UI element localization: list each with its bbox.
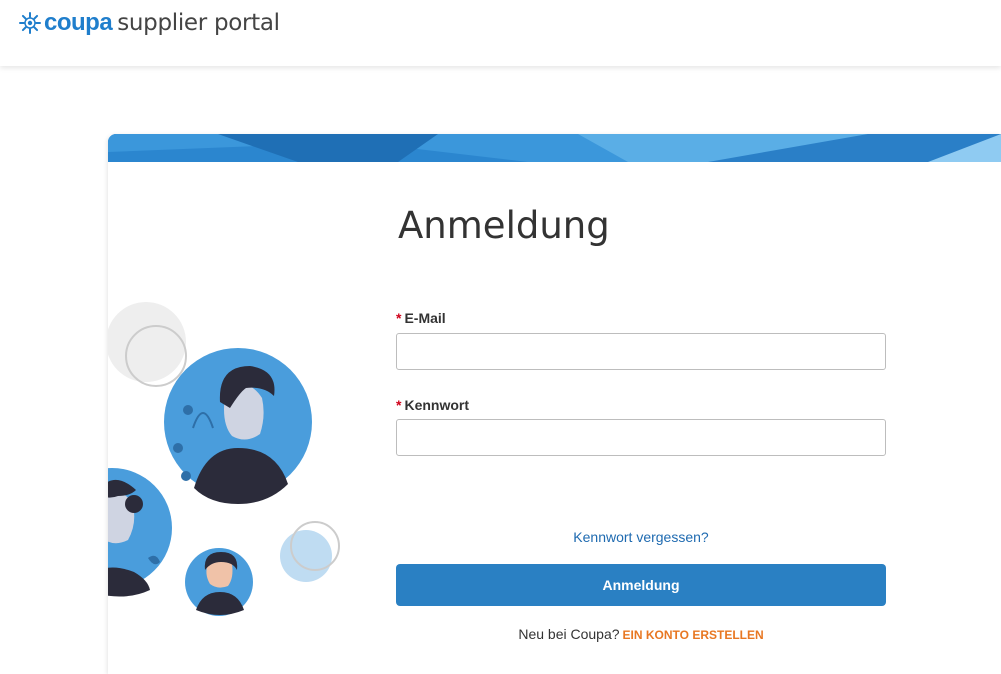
create-account-link[interactable]: EIN KONTO ERSTELLEN [623,628,764,642]
email-field[interactable] [396,333,886,370]
password-field[interactable] [396,419,886,456]
people-avatars-illustration [108,302,340,616]
login-button[interactable]: Anmeldung [396,564,886,606]
required-marker: * [396,310,402,326]
site-header: coupa supplier portal [0,0,1001,66]
email-label: * E-Mail [396,310,446,326]
logo-product-text: supplier portal [117,10,280,36]
logo-brand-text: coupa [44,9,113,36]
password-label: * Kennwort [396,397,469,413]
login-card: Anmeldung * E-Mail * Kennwort Kennwort ver… [108,134,1001,674]
page-title: Anmeldung [398,204,610,247]
forgot-password-link[interactable]: Kennwort vergessen? [396,529,886,545]
signup-prompt: Neu bei Coupa? [518,626,620,642]
coupa-starburst-icon [19,12,41,34]
required-marker: * [396,397,402,413]
password-label-text: Kennwort [404,397,470,413]
card-banner [108,134,1001,162]
signup-row: Neu bei Coupa? EIN KONTO ERSTELLEN [396,626,886,642]
coupa-logo[interactable]: coupa supplier portal [18,8,280,38]
email-label-text: E-Mail [404,310,446,326]
